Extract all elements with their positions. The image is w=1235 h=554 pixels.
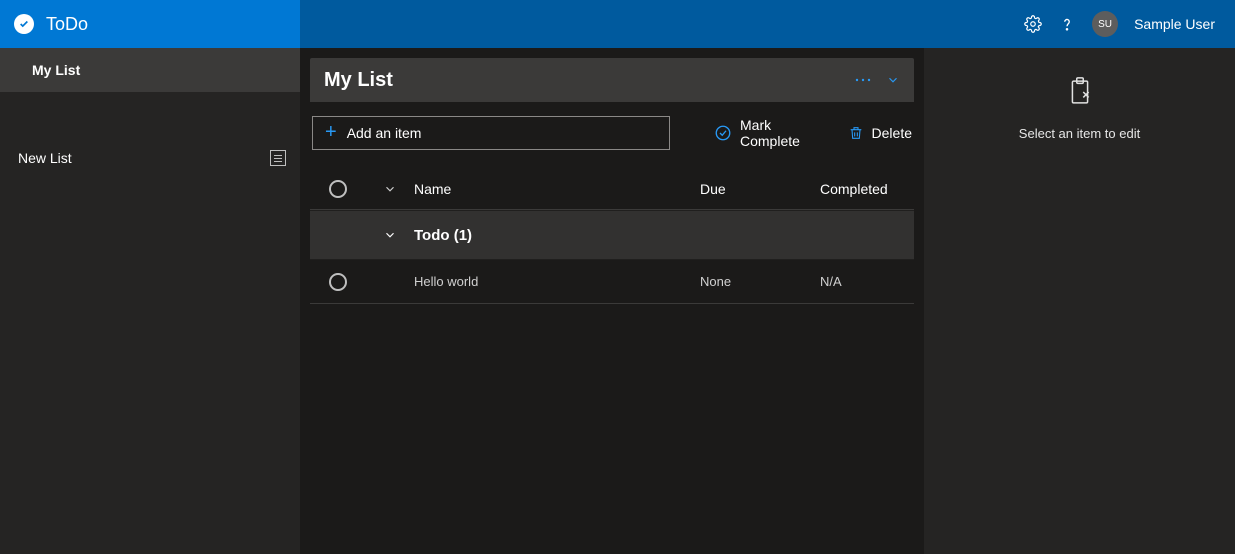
user-avatar[interactable]: SU <box>1092 11 1118 37</box>
group-row[interactable]: Todo (1) <box>310 210 914 260</box>
list-header: My List <box>310 58 914 102</box>
main-area: My List + Add an item <box>300 48 1235 554</box>
cell-completed: N/A <box>820 274 914 289</box>
select-all-toggle[interactable] <box>329 180 347 198</box>
col-name[interactable]: Name <box>414 181 700 197</box>
items-grid: Name Due Completed Todo (1) Hello world … <box>310 168 914 304</box>
app-check-icon <box>14 14 34 34</box>
group-label: Todo (1) <box>414 227 472 244</box>
cell-name: Hello world <box>414 274 700 289</box>
plus-icon: + <box>325 122 337 142</box>
app-brand[interactable]: ToDo <box>0 0 300 48</box>
chevron-down-icon <box>383 182 397 196</box>
more-icon <box>854 77 872 83</box>
top-bar: ToDo SU Sample User <box>0 0 1235 48</box>
action-row: + Add an item Mark Complete Delete <box>310 116 914 150</box>
more-button[interactable] <box>854 77 872 83</box>
app-title: ToDo <box>46 14 88 35</box>
top-bar-right: SU Sample User <box>300 11 1235 37</box>
delete-button[interactable]: Delete <box>848 124 912 142</box>
add-item-button[interactable]: + Add an item <box>312 116 670 150</box>
help-button[interactable] <box>1058 15 1076 33</box>
sidebar-spacer <box>0 92 300 136</box>
list-icon <box>270 150 286 166</box>
user-name: Sample User <box>1134 16 1215 32</box>
mark-complete-button[interactable]: Mark Complete <box>714 117 826 149</box>
mark-complete-label: Mark Complete <box>740 117 826 149</box>
settings-button[interactable] <box>1024 15 1042 33</box>
list-title: My List <box>324 69 393 92</box>
table-row[interactable]: Hello world None N/A <box>310 260 914 304</box>
grid-header: Name Due Completed <box>310 168 914 210</box>
expand-all-button[interactable] <box>366 182 414 196</box>
new-list-button[interactable]: New List <box>0 136 300 180</box>
details-empty-message: Select an item to edit <box>1019 126 1140 141</box>
chevron-down-icon <box>383 228 397 242</box>
add-item-label: Add an item <box>347 125 422 141</box>
col-due[interactable]: Due <box>700 181 820 197</box>
gear-icon <box>1024 15 1042 33</box>
sidebar-item-label: My List <box>32 62 80 78</box>
collapse-header-button[interactable] <box>886 73 900 87</box>
details-panel: Select an item to edit <box>924 48 1235 554</box>
delete-label: Delete <box>872 125 912 141</box>
new-list-label: New List <box>18 150 72 166</box>
list-panel: My List + Add an item <box>300 48 924 554</box>
col-completed[interactable]: Completed <box>820 181 914 197</box>
chevron-down-icon <box>886 73 900 87</box>
trash-icon <box>848 124 864 142</box>
question-icon <box>1058 15 1076 33</box>
cell-due: None <box>700 274 820 289</box>
row-select-toggle[interactable] <box>329 273 347 291</box>
clipboard-icon <box>1067 76 1093 108</box>
complete-icon <box>714 124 732 142</box>
sidebar-item-mylist[interactable]: My List <box>0 48 300 92</box>
sidebar: My List New List <box>0 48 300 554</box>
